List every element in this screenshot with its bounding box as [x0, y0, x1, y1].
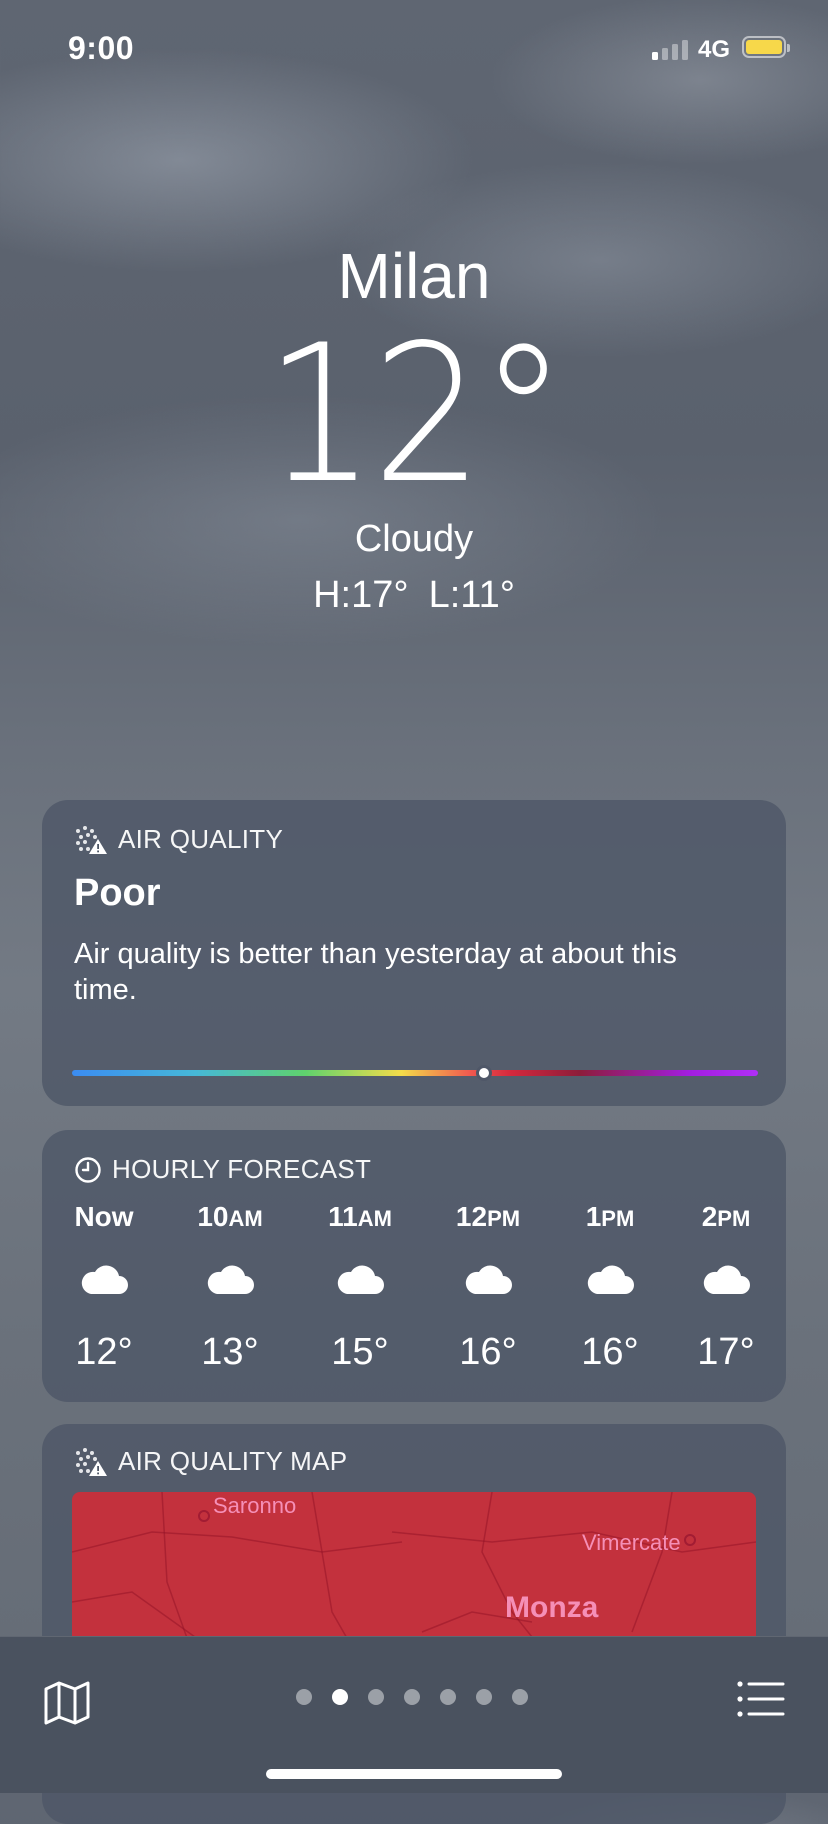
hour-label: 12PM — [455, 1201, 521, 1232]
air-quality-header: AIR QUALITY — [74, 824, 283, 855]
hour-label: 10AM — [197, 1201, 263, 1232]
cellular-signal-icon — [652, 38, 688, 60]
map-marker — [684, 1534, 696, 1546]
air-quality-map-title: AIR QUALITY MAP — [118, 1446, 348, 1476]
hour-item: 10AM 13° — [175, 1200, 285, 1374]
hour-temp: 17° — [697, 1331, 755, 1373]
hour-label: Now — [74, 1201, 134, 1232]
page-dot[interactable] — [512, 1689, 528, 1705]
map-label-vimercate: Vimercate — [582, 1530, 681, 1555]
network-type: 4G — [698, 36, 731, 63]
page-dot-active[interactable] — [332, 1689, 348, 1705]
hour-item: Now 12° — [49, 1200, 159, 1374]
map-label-saronno: Saronno — [213, 1493, 297, 1518]
cloud-icon — [703, 1265, 750, 1294]
hour-item: 11AM 15° — [305, 1200, 415, 1374]
low-temp: L:11° — [428, 574, 515, 616]
hour-item: 1PM 16° — [555, 1200, 665, 1374]
air-quality-scale — [72, 1070, 758, 1076]
high-temp: H:17° — [313, 574, 409, 616]
hour-temp: 12° — [75, 1331, 133, 1373]
air-quality-description: Air quality is better than yesterday at … — [74, 938, 677, 1006]
cloud-icon — [207, 1265, 254, 1294]
hour-item: 2PM 17° — [671, 1200, 781, 1374]
hour-temp: 16° — [459, 1331, 517, 1373]
page-dot[interactable] — [440, 1689, 456, 1705]
hour-label: 1PM — [585, 1201, 635, 1232]
cloud-icon — [465, 1265, 512, 1294]
cloud-icon — [587, 1265, 634, 1294]
page-dot[interactable] — [476, 1689, 492, 1705]
cloud-icon — [337, 1265, 384, 1294]
hour-label: 11AM — [328, 1201, 392, 1232]
page-dot[interactable] — [404, 1689, 420, 1705]
hourly-forecast-title: HOURLY FORECAST — [112, 1154, 372, 1184]
hourly-forecast-card[interactable]: HOURLY FORECAST Now 12° 10AM 13° 11AM 15… — [42, 1130, 786, 1402]
status-time: 9:00 — [68, 30, 135, 66]
current-weather: Milan 12° Cloudy H:17° L:11° — [0, 240, 828, 618]
hourly-forecast-header: HOURLY FORECAST — [74, 1154, 371, 1185]
hour-label: 2PM — [701, 1201, 751, 1232]
status-bar: 9:00 4G — [0, 0, 828, 100]
air-quality-level: Poor — [74, 872, 161, 914]
map-marker — [198, 1510, 210, 1522]
map-label-monza: Monza — [505, 1591, 599, 1624]
bottom-toolbar — [0, 1636, 828, 1793]
battery-icon — [742, 36, 790, 58]
hour-item: 12PM 16° — [433, 1200, 543, 1374]
page-dot[interactable] — [296, 1689, 312, 1705]
hour-temp: 15° — [331, 1331, 389, 1373]
home-indicator[interactable] — [266, 1769, 562, 1779]
air-quality-title: AIR QUALITY — [118, 824, 284, 854]
hour-temp: 16° — [581, 1331, 639, 1373]
city-name: Milan — [337, 240, 491, 312]
air-quality-icon — [76, 1447, 107, 1476]
high-low-temps: H:17° L:11° — [0, 572, 828, 618]
page-indicator[interactable] — [296, 1689, 528, 1705]
air-quality-card[interactable]: AIR QUALITY Poor Air quality is better t… — [42, 800, 786, 1106]
current-temperature: 12° — [264, 304, 567, 525]
cloud-icon — [81, 1265, 128, 1294]
list-icon[interactable] — [736, 1679, 786, 1719]
air-quality-indicator — [475, 1065, 492, 1081]
map-icon[interactable] — [42, 1677, 92, 1727]
clock-icon — [75, 1156, 101, 1183]
hour-temp: 13° — [201, 1331, 259, 1373]
air-quality-icon — [76, 825, 107, 854]
air-quality-map-header: AIR QUALITY MAP — [74, 1446, 347, 1477]
page-dot[interactable] — [368, 1689, 384, 1705]
